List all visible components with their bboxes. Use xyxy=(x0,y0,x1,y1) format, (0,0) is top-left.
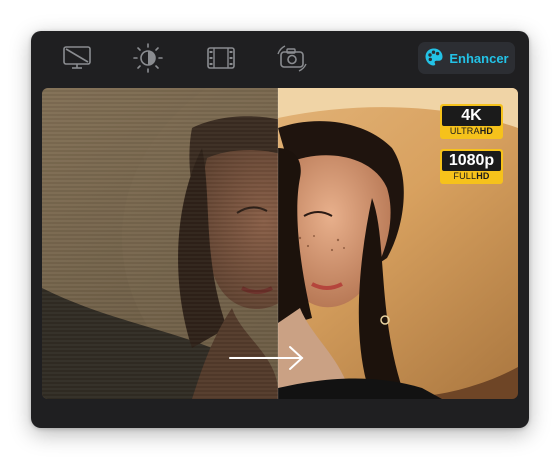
brightness-icon[interactable] xyxy=(130,41,166,75)
app-window: Enhancer 4K ULTRAHD 1080p FULLHD xyxy=(31,31,529,428)
badge-4k-main: 4K xyxy=(442,106,501,126)
film-icon[interactable] xyxy=(203,41,239,75)
enhancer-label: Enhancer xyxy=(449,50,509,66)
image-compare-viewer[interactable]: 4K ULTRAHD 1080p FULLHD xyxy=(42,88,518,399)
badge-4k-sub: ULTRAHD xyxy=(449,126,494,136)
camera-rotate-icon[interactable] xyxy=(274,41,310,75)
badge-4k: 4K ULTRAHD xyxy=(440,104,503,139)
badge-1080p: 1080p FULLHD xyxy=(440,149,503,184)
palette-icon xyxy=(424,47,444,70)
badge-1080p-sub: FULLHD xyxy=(453,171,490,181)
enhancer-button[interactable]: Enhancer xyxy=(418,42,515,74)
badge-1080p-main: 1080p xyxy=(442,151,501,171)
toolbar: Enhancer xyxy=(31,31,529,87)
screen-off-icon[interactable] xyxy=(59,41,95,75)
